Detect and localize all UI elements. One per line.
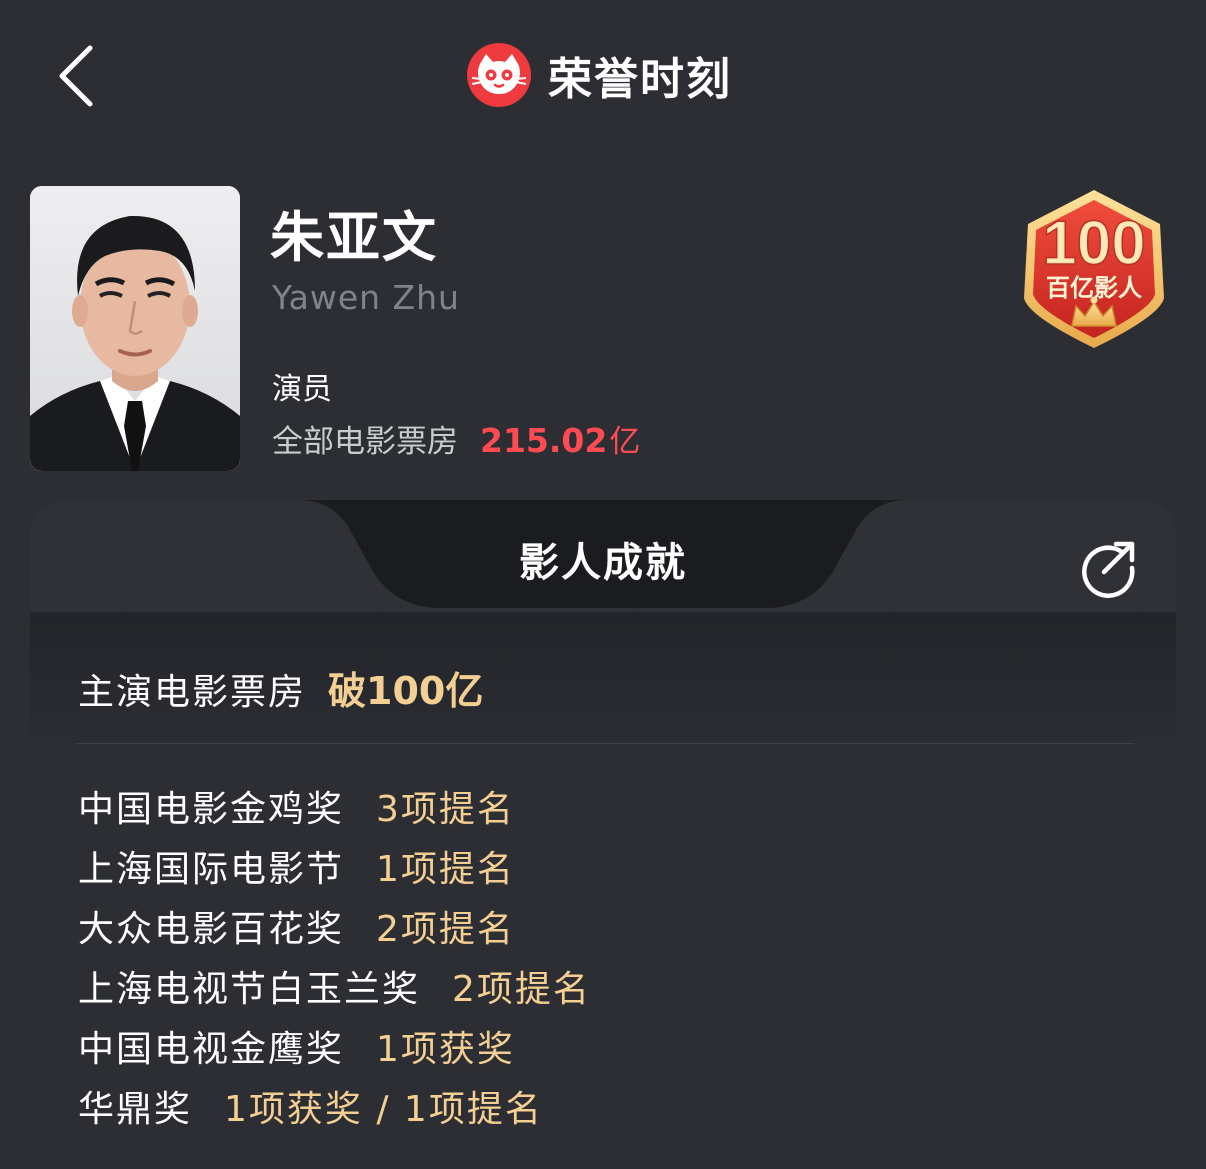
honor-moment-page: 荣誉时刻 朱亚文 Yawen Zhu 演员 全部电影票房 215.02 亿 10… bbox=[0, 0, 1206, 1169]
highlight-label: 主演电影票房 bbox=[78, 672, 307, 713]
boxoffice-value: 215.02 bbox=[480, 421, 608, 460]
cat-logo-icon bbox=[467, 43, 531, 107]
share-button[interactable] bbox=[1078, 538, 1138, 598]
award-row: 中国电影金鸡奖 3项提名 bbox=[78, 780, 1138, 840]
award-name: 中国电影金鸡奖 bbox=[78, 789, 345, 830]
award-result: 1项获奖 bbox=[376, 1029, 515, 1070]
hundred-billion-badge: 100 百亿影人 bbox=[1024, 190, 1164, 348]
award-row: 上海电视节白玉兰奖 2项提名 bbox=[78, 960, 1138, 1020]
award-result: 2项提名 bbox=[376, 909, 515, 950]
artist-name-cn: 朱亚文 bbox=[270, 206, 438, 269]
avatar bbox=[30, 186, 240, 471]
lead-boxoffice-highlight: 主演电影票房 破100亿 bbox=[78, 660, 483, 715]
total-boxoffice: 全部电影票房 215.02 亿 bbox=[272, 416, 640, 461]
boxoffice-unit: 亿 bbox=[609, 424, 641, 460]
boxoffice-label: 全部电影票房 bbox=[272, 424, 458, 460]
portrait-image bbox=[30, 186, 240, 471]
award-name: 大众电影百花奖 bbox=[78, 909, 345, 950]
chevron-left-icon bbox=[59, 45, 93, 107]
award-result: 1项获奖 / 1项提名 bbox=[224, 1089, 543, 1130]
award-name: 上海国际电影节 bbox=[78, 849, 345, 890]
badge-number: 100 bbox=[1042, 209, 1145, 278]
award-name: 中国电视金鹰奖 bbox=[78, 1029, 345, 1070]
achievements-title: 影人成就 bbox=[519, 540, 687, 586]
artist-name-en: Yawen Zhu bbox=[272, 278, 460, 317]
share-icon bbox=[1082, 541, 1135, 598]
brand: 荣誉时刻 bbox=[466, 42, 732, 108]
back-button[interactable] bbox=[50, 40, 110, 112]
award-row: 大众电影百花奖 2项提名 bbox=[78, 900, 1138, 960]
award-result: 2项提名 bbox=[452, 969, 591, 1010]
artist-role: 演员 bbox=[272, 372, 332, 407]
achievements-card: 影人成就 主演电影票房 破100亿 中国电影金鸡奖 3项提名 上海国际电影节 1… bbox=[30, 500, 1176, 1169]
award-row: 华鼎奖 1项获奖 / 1项提名 bbox=[78, 1080, 1138, 1140]
award-name: 华鼎奖 bbox=[78, 1089, 193, 1130]
award-name: 上海电视节白玉兰奖 bbox=[78, 969, 421, 1010]
award-list: 中国电影金鸡奖 3项提名 上海国际电影节 1项提名 大众电影百花奖 2项提名 上… bbox=[78, 780, 1138, 1140]
divider bbox=[76, 743, 1134, 744]
award-result: 1项提名 bbox=[376, 849, 515, 890]
award-row: 上海国际电影节 1项提名 bbox=[78, 840, 1138, 900]
page-title: 荣誉时刻 bbox=[548, 54, 732, 105]
top-bar: 荣誉时刻 bbox=[0, 0, 1206, 150]
award-row: 中国电视金鹰奖 1项获奖 bbox=[78, 1020, 1138, 1080]
award-result: 3项提名 bbox=[376, 789, 515, 830]
highlight-value: 破100亿 bbox=[328, 669, 484, 713]
